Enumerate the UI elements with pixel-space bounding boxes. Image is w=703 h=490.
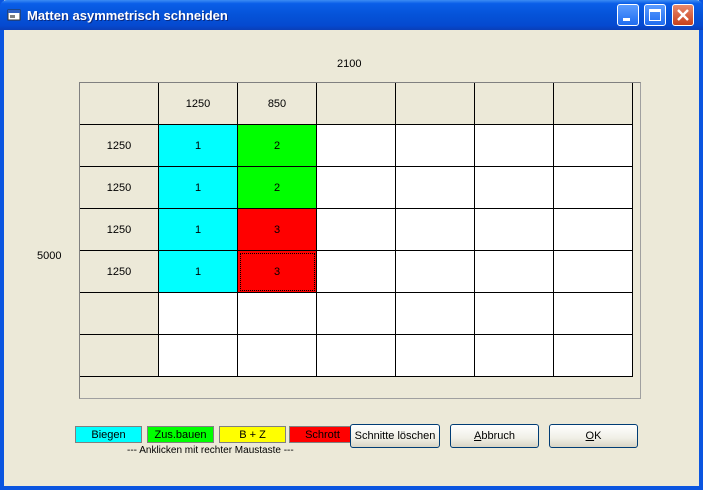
legend-biegen: Biegen bbox=[75, 426, 142, 443]
grid-cell[interactable] bbox=[317, 293, 396, 335]
total-width-label: 2100 bbox=[337, 58, 362, 70]
grid-cell[interactable] bbox=[475, 335, 554, 377]
grid-cell[interactable] bbox=[317, 167, 396, 209]
column-header bbox=[396, 83, 475, 125]
row-header: 1250 bbox=[80, 167, 159, 209]
app-icon bbox=[7, 9, 21, 21]
column-header bbox=[475, 83, 554, 125]
cancel-button[interactable]: Abbruch bbox=[450, 424, 539, 448]
grid-cell[interactable]: 2 bbox=[238, 125, 317, 167]
grid-cell[interactable] bbox=[317, 209, 396, 251]
close-button[interactable] bbox=[672, 4, 694, 26]
row-header: 1250 bbox=[80, 251, 159, 293]
clear-cuts-button[interactable]: Schnitte löschen bbox=[350, 424, 440, 448]
legend-b-plus-z: B + Z bbox=[219, 426, 286, 443]
title-bar[interactable]: Matten asymmetrisch schneiden bbox=[0, 0, 703, 30]
grid-cell[interactable] bbox=[238, 293, 317, 335]
column-header bbox=[317, 83, 396, 125]
row-header: 1250 bbox=[80, 125, 159, 167]
grid-cell[interactable] bbox=[159, 293, 238, 335]
hint-text: --- Anklicken mit rechter Maustaste --- bbox=[127, 445, 294, 456]
grid-cell[interactable] bbox=[475, 293, 554, 335]
grid-cell[interactable]: 1 bbox=[159, 209, 238, 251]
grid-cell[interactable]: 2 bbox=[238, 167, 317, 209]
ok-button[interactable]: OK bbox=[549, 424, 638, 448]
maximize-icon bbox=[649, 9, 661, 21]
legend-schrott: Schrott bbox=[289, 426, 356, 443]
grid-cell[interactable]: 3 bbox=[238, 251, 317, 293]
minimize-button[interactable] bbox=[617, 4, 639, 26]
grid-cell[interactable] bbox=[475, 125, 554, 167]
grid-cell[interactable] bbox=[317, 125, 396, 167]
grid-cell[interactable] bbox=[396, 125, 475, 167]
minimize-icon bbox=[623, 18, 630, 21]
column-header bbox=[554, 83, 633, 125]
grid-corner bbox=[80, 83, 159, 125]
grid-cell[interactable] bbox=[554, 293, 633, 335]
column-header: 1250 bbox=[159, 83, 238, 125]
grid-cell[interactable] bbox=[554, 125, 633, 167]
row-header bbox=[80, 335, 159, 377]
grid-cell[interactable] bbox=[475, 167, 554, 209]
grid-cell[interactable]: 1 bbox=[159, 167, 238, 209]
grid-cell[interactable] bbox=[396, 209, 475, 251]
grid-cell[interactable] bbox=[475, 251, 554, 293]
maximize-button[interactable] bbox=[644, 4, 666, 26]
row-header bbox=[80, 293, 159, 335]
grid-cell[interactable] bbox=[317, 251, 396, 293]
grid-cell[interactable] bbox=[475, 209, 554, 251]
total-height-label: 5000 bbox=[37, 250, 62, 262]
grid-cell[interactable]: 3 bbox=[238, 209, 317, 251]
grid-cell[interactable] bbox=[396, 251, 475, 293]
grid-cell[interactable] bbox=[554, 335, 633, 377]
window-title: Matten asymmetrisch schneiden bbox=[27, 8, 228, 23]
grid-cell[interactable] bbox=[317, 335, 396, 377]
close-icon bbox=[677, 9, 689, 21]
row-header: 1250 bbox=[80, 209, 159, 251]
grid-cell[interactable] bbox=[554, 167, 633, 209]
cut-grid: 1250 850 1250 1 2 1250 1 2 1250 1 3 1250 1 3 bbox=[79, 82, 641, 399]
grid-cell[interactable] bbox=[554, 251, 633, 293]
grid-cell[interactable] bbox=[159, 335, 238, 377]
legend-zusbauen: Zus.bauen bbox=[147, 426, 214, 443]
column-header: 850 bbox=[238, 83, 317, 125]
dialog-window: Matten asymmetrisch schneiden 2100 5000 … bbox=[0, 0, 703, 490]
grid-cell[interactable] bbox=[396, 335, 475, 377]
grid-cell[interactable]: 1 bbox=[159, 125, 238, 167]
grid-cell[interactable]: 1 bbox=[159, 251, 238, 293]
grid-cell[interactable] bbox=[238, 335, 317, 377]
grid-cell[interactable] bbox=[396, 167, 475, 209]
grid-cell[interactable] bbox=[554, 209, 633, 251]
grid-cell[interactable] bbox=[396, 293, 475, 335]
